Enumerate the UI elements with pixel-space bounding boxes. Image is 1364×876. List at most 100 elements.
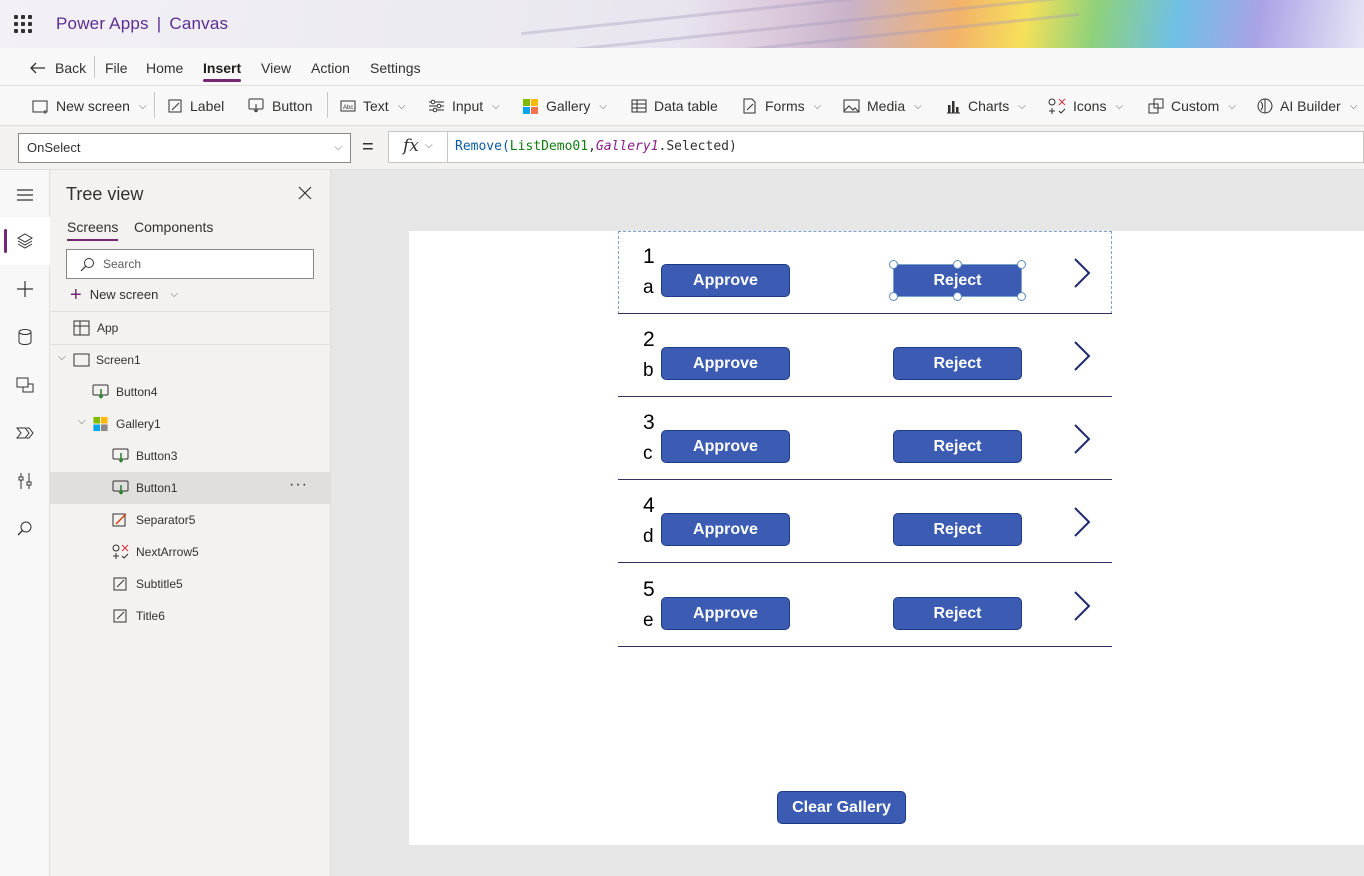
- power-automate-icon[interactable]: [15, 423, 35, 443]
- equals-sign: =: [362, 136, 374, 158]
- tab-components[interactable]: Components: [134, 219, 213, 235]
- next-arrow-icon[interactable]: [1070, 422, 1094, 456]
- insert-plus-icon[interactable]: [15, 279, 35, 299]
- row-subtitle: b: [643, 360, 654, 381]
- more-options-icon[interactable]: ···: [289, 476, 308, 494]
- chevron-down-icon: ⌵: [1115, 100, 1124, 112]
- plus-icon: +: [70, 283, 82, 306]
- tree-node-separator5[interactable]: Separator5: [50, 504, 331, 536]
- close-icon[interactable]: [298, 186, 312, 200]
- menu-file[interactable]: File: [105, 60, 128, 76]
- media-icon[interactable]: [15, 375, 35, 395]
- resize-handle[interactable]: [889, 260, 898, 269]
- next-arrow-icon[interactable]: [1070, 256, 1094, 290]
- tree-node-title6[interactable]: Title6: [50, 600, 331, 632]
- row-title: 4: [643, 494, 655, 517]
- reject-button[interactable]: Reject: [893, 347, 1022, 380]
- forms-label: Forms: [765, 98, 805, 114]
- gallery-row[interactable]: 4 d Approve Reject: [618, 480, 1112, 563]
- media-button[interactable]: Media ⌵: [843, 96, 922, 116]
- formula-control: Gallery1: [595, 139, 659, 154]
- advanced-tools-icon[interactable]: [15, 471, 35, 491]
- reject-button[interactable]: Reject: [893, 430, 1022, 463]
- tree-search-input[interactable]: Search: [66, 249, 314, 279]
- app-launcher-icon[interactable]: [14, 15, 32, 33]
- tree-node-button3[interactable]: Button3: [50, 440, 331, 472]
- input-button[interactable]: Input ⌵: [428, 96, 500, 116]
- approve-button[interactable]: Approve: [661, 430, 790, 463]
- chevron-down-icon: ⌵: [599, 100, 607, 112]
- button-icon: [112, 480, 129, 495]
- reject-button[interactable]: Reject: [893, 513, 1022, 546]
- media-label: Media: [867, 98, 906, 114]
- hamburger-menu-icon[interactable]: [15, 185, 35, 205]
- chevron-down-icon[interactable]: ⌵: [78, 416, 86, 427]
- gallery-button[interactable]: Gallery ⌵: [522, 96, 607, 116]
- clear-gallery-button[interactable]: Clear Gallery: [777, 791, 906, 824]
- tree-node-label: Button1: [136, 481, 178, 495]
- label-label: Label: [190, 98, 225, 114]
- new-screen-button[interactable]: New screen ⌵: [32, 96, 147, 116]
- forms-button[interactable]: Forms ⌵: [742, 96, 821, 116]
- data-icon[interactable]: [15, 327, 35, 347]
- approve-button[interactable]: Approve: [661, 347, 790, 380]
- ribbon-divider: [154, 92, 155, 118]
- search-icon[interactable]: [15, 519, 35, 539]
- tree-node-subtitle5[interactable]: Subtitle5: [50, 568, 331, 600]
- next-arrow-icon[interactable]: [1070, 589, 1094, 623]
- tree-node-button1[interactable]: Button1 ···: [50, 472, 331, 504]
- tree-view-icon[interactable]: [15, 231, 35, 251]
- app-type: Canvas: [169, 14, 229, 33]
- next-arrow-icon[interactable]: [1070, 339, 1094, 373]
- gallery-label: Gallery: [546, 98, 591, 114]
- text-button[interactable]: Abc Text ⌵: [340, 96, 405, 116]
- charts-button[interactable]: Charts ⌵: [946, 96, 1026, 116]
- tree-node-button4[interactable]: Button4: [50, 376, 331, 408]
- approve-button[interactable]: Approve: [661, 264, 790, 297]
- resize-handle[interactable]: [1017, 292, 1026, 301]
- gallery-row[interactable]: 1 a Approve Reject: [618, 231, 1112, 314]
- ai-builder-button[interactable]: AI Builder ⌵: [1257, 96, 1357, 116]
- chevron-down-icon: ⌵: [914, 100, 922, 112]
- reject-button[interactable]: Reject: [893, 597, 1022, 630]
- tree-node-screen1[interactable]: ⌵ Screen1: [50, 344, 331, 376]
- row-title: 3: [643, 411, 655, 434]
- menu-action[interactable]: Action: [311, 60, 350, 76]
- label-button[interactable]: Label: [168, 96, 224, 116]
- menu-insert[interactable]: Insert: [203, 60, 242, 82]
- formula-text[interactable]: Remove(ListDemo01,Gallery1.Selected): [455, 139, 737, 154]
- button-button[interactable]: Button: [248, 96, 312, 116]
- formula-input[interactable]: fx ⌵ Remove(ListDemo01,Gallery1.Selected…: [388, 131, 1364, 163]
- property-dropdown[interactable]: OnSelect ⌵: [18, 133, 351, 163]
- tree-node-label: Screen1: [96, 353, 141, 367]
- custom-button[interactable]: Custom ⌵: [1148, 96, 1236, 116]
- tree-node-app[interactable]: App: [50, 312, 331, 344]
- approve-button[interactable]: Approve: [661, 597, 790, 630]
- next-arrow-icon[interactable]: [1070, 505, 1094, 539]
- tree-node-gallery1[interactable]: ⌵ Gallery1: [50, 408, 331, 440]
- gallery-row[interactable]: 2 b Approve Reject: [618, 314, 1112, 397]
- menu-home[interactable]: Home: [146, 60, 183, 76]
- gallery-row[interactable]: 3 c Approve Reject: [618, 397, 1112, 480]
- new-screen-button[interactable]: + New screen ⌵: [70, 283, 178, 306]
- charts-label: Charts: [968, 98, 1010, 114]
- back-arrow-icon[interactable]: [30, 62, 46, 74]
- chevron-down-icon: ⌵: [1349, 100, 1358, 112]
- icons-button[interactable]: Icons ⌵: [1048, 96, 1123, 116]
- back-button[interactable]: Back: [55, 60, 86, 76]
- chevron-down-icon[interactable]: ⌵: [58, 352, 66, 363]
- tab-screens[interactable]: Screens: [67, 219, 119, 241]
- resize-handle[interactable]: [953, 260, 962, 269]
- menu-settings[interactable]: Settings: [370, 60, 421, 76]
- chevron-down-icon[interactable]: ⌵: [425, 140, 433, 151]
- approve-button[interactable]: Approve: [661, 513, 790, 546]
- fx-icon[interactable]: fx: [403, 136, 419, 156]
- gallery-row[interactable]: 5 e Approve Reject: [618, 564, 1112, 647]
- menu-view[interactable]: View: [261, 60, 291, 76]
- resize-handle[interactable]: [953, 292, 962, 301]
- resize-handle[interactable]: [889, 292, 898, 301]
- data-table-button[interactable]: Data table: [631, 96, 718, 116]
- tree-node-nextarrow5[interactable]: NextArrow5: [50, 536, 331, 568]
- formula-datasource: ListDemo01: [509, 139, 589, 154]
- resize-handle[interactable]: [1017, 260, 1026, 269]
